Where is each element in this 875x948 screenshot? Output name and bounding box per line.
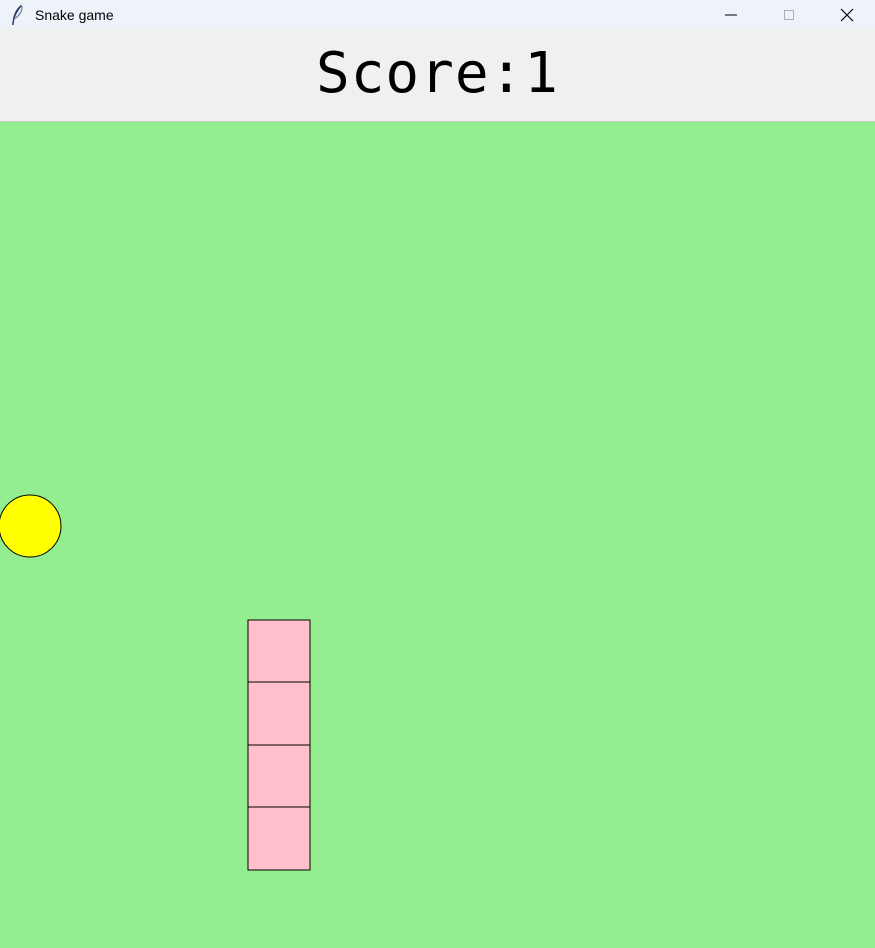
maximize-button[interactable]: [760, 0, 818, 30]
snake-segment: [247, 681, 311, 746]
minimize-button[interactable]: [702, 0, 760, 30]
snake: [247, 619, 311, 871]
close-button[interactable]: [818, 0, 875, 30]
board-canvas: [0, 122, 875, 948]
score-label: Score:1: [315, 41, 559, 106]
window-title: Snake game: [35, 7, 114, 23]
score-bar: Score:1: [0, 30, 875, 121]
maximize-icon: [784, 10, 794, 20]
feather-icon: [8, 4, 26, 26]
close-icon: [840, 8, 854, 22]
game-window: Snake game Score:1: [0, 0, 875, 948]
snake-segment: [247, 744, 311, 808]
board-background: [0, 122, 875, 948]
game-board[interactable]: [0, 121, 875, 948]
title-bar[interactable]: Snake game: [0, 0, 875, 30]
food-item: [0, 494, 62, 558]
minimize-icon: [725, 14, 737, 16]
snake-segment: [247, 806, 311, 871]
snake-head: [247, 619, 311, 683]
